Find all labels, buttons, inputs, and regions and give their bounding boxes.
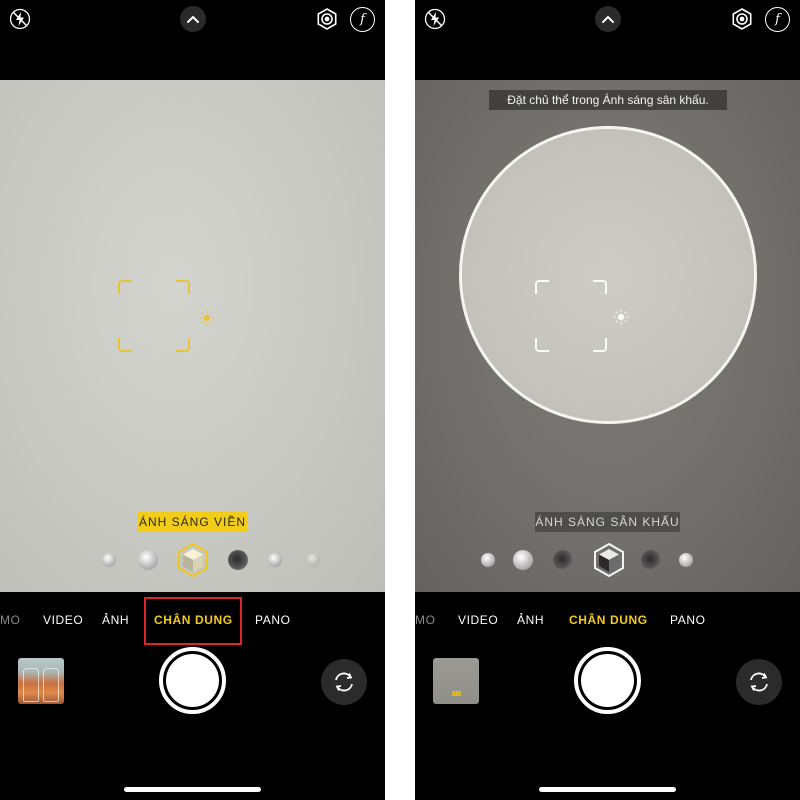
placement-hint: Đặt chủ thể trong Ánh sáng sân khấu. xyxy=(489,90,727,110)
mode-item-slo-mo[interactable]: MO xyxy=(0,610,21,630)
top-bar: f xyxy=(0,0,385,80)
mode-item-photo[interactable]: ẢNH xyxy=(517,610,544,630)
shutter-button[interactable] xyxy=(159,647,226,714)
mode-item-pano[interactable]: PANO xyxy=(255,610,291,630)
focus-square xyxy=(118,280,190,352)
exposure-sun-icon[interactable] xyxy=(613,309,629,325)
lighting-option-natural[interactable] xyxy=(102,553,116,567)
camera-screen-left: f ÁNH SÁNG VIỀN MO VIDEO ẢNH CHÂN DUNG P… xyxy=(0,0,385,800)
lighting-option-stage-mono[interactable] xyxy=(641,550,661,570)
lighting-option-natural[interactable] xyxy=(481,553,495,567)
camera-flip-icon[interactable] xyxy=(321,659,367,705)
active-mode-highlight xyxy=(144,597,242,645)
lighting-option-high-key[interactable] xyxy=(679,553,693,567)
glass-icon xyxy=(23,668,39,702)
live-photo-icon[interactable] xyxy=(730,7,754,31)
photo-thumbnail[interactable] xyxy=(433,658,479,704)
lighting-option-studio[interactable] xyxy=(138,550,158,570)
lighting-option-contour-icon[interactable] xyxy=(175,542,211,578)
camera-flip-icon[interactable] xyxy=(736,659,782,705)
flash-off-icon[interactable] xyxy=(8,7,32,31)
f-stop-icon[interactable]: f xyxy=(765,7,790,32)
stage-light-spotlight xyxy=(459,126,757,424)
focus-square xyxy=(535,280,607,352)
exposure-sun-icon[interactable] xyxy=(199,310,215,326)
lighting-effect-label: ÁNH SÁNG SÂN KHẤU xyxy=(535,512,680,532)
lighting-option-studio[interactable] xyxy=(513,550,533,570)
lighting-option-stage-mono[interactable] xyxy=(268,553,282,567)
home-indicator[interactable] xyxy=(539,787,676,792)
lighting-option-contour[interactable] xyxy=(553,550,573,570)
top-bar: f xyxy=(415,0,800,80)
lighting-effect-label: ÁNH SÁNG VIỀN xyxy=(138,512,247,532)
mode-item-video[interactable]: VIDEO xyxy=(43,610,83,630)
mode-item-video[interactable]: VIDEO xyxy=(458,610,498,630)
viewfinder[interactable]: Đặt chủ thể trong Ánh sáng sân khấu. ÁNH… xyxy=(415,80,800,592)
glass-icon xyxy=(43,668,59,702)
chevron-up-icon[interactable] xyxy=(595,6,621,32)
thumbnail-label-mark xyxy=(452,691,461,696)
mode-item-slo-mo[interactable]: MO xyxy=(415,610,436,630)
lighting-option-stage-icon[interactable] xyxy=(591,542,627,578)
chevron-up-icon[interactable] xyxy=(180,6,206,32)
mode-item-portrait[interactable]: CHÂN DUNG xyxy=(569,610,648,630)
viewfinder[interactable]: ÁNH SÁNG VIỀN xyxy=(0,80,385,592)
photo-thumbnail[interactable] xyxy=(18,658,64,704)
f-stop-icon[interactable]: f xyxy=(350,7,375,32)
live-photo-icon[interactable] xyxy=(315,7,339,31)
flash-off-icon[interactable] xyxy=(423,7,447,31)
lighting-effect-dial[interactable] xyxy=(415,542,800,582)
shutter-button[interactable] xyxy=(574,647,641,714)
lighting-effect-dial[interactable] xyxy=(0,542,385,582)
mode-item-pano[interactable]: PANO xyxy=(670,610,706,630)
home-indicator[interactable] xyxy=(124,787,261,792)
lighting-option-high-key[interactable] xyxy=(306,553,320,567)
mode-item-photo[interactable]: ẢNH xyxy=(102,610,129,630)
mode-selector: MO VIDEO ẢNH CHÂN DUNG PANO xyxy=(415,610,800,630)
camera-screen-right: f Đặt chủ thể trong Ánh sáng sân khấu. Á… xyxy=(415,0,800,800)
lighting-option-stage[interactable] xyxy=(228,550,248,570)
